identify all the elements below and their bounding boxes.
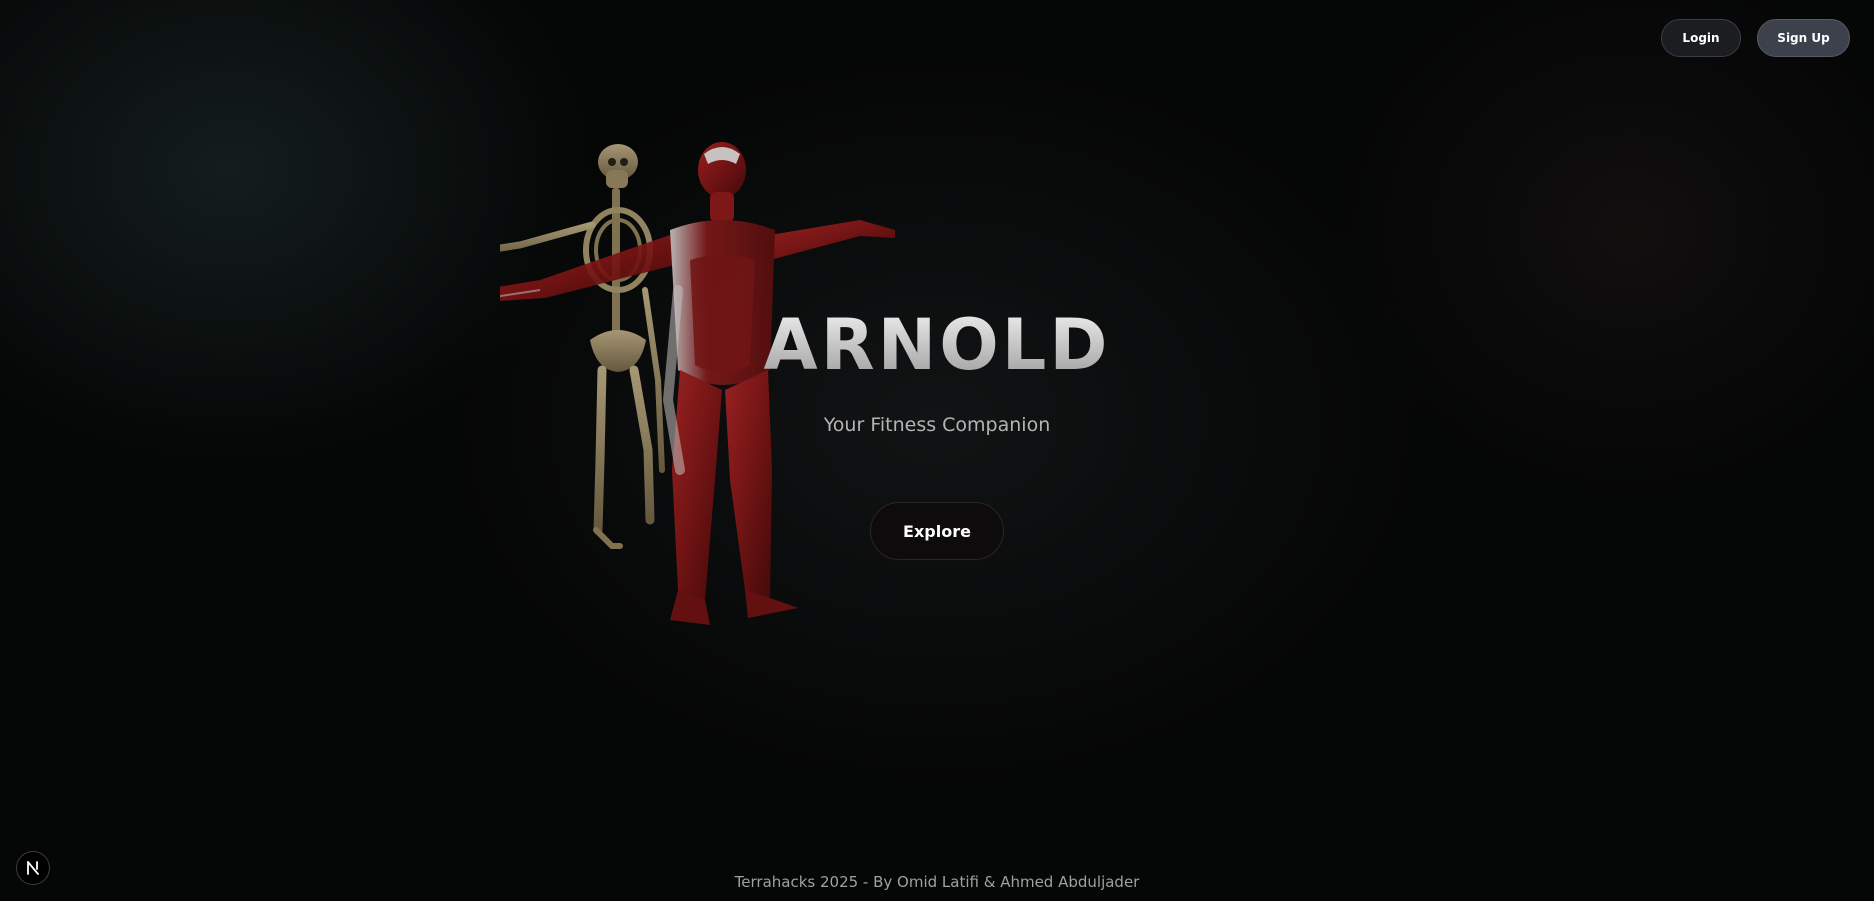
anatomy-model[interactable] [500, 140, 1100, 760]
hero-subtitle: Your Fitness Companion [823, 414, 1051, 436]
login-button[interactable]: Login [1661, 19, 1741, 57]
auth-actions: Login Sign Up [1661, 19, 1850, 57]
hero-title: ARNOLD [0, 305, 1874, 385]
signup-button[interactable]: Sign Up [1757, 19, 1850, 57]
nextjs-dev-badge[interactable] [16, 851, 50, 885]
landing-page: Login Sign Up ARNOLD Your Fitness Compan… [0, 0, 1874, 901]
explore-container: Explore [0, 502, 1874, 560]
nextjs-n-icon [27, 861, 39, 875]
footer-credit: Terrahacks 2025 - By Omid Latifi & Ahmed… [734, 873, 1140, 891]
explore-button[interactable]: Explore [870, 502, 1004, 560]
